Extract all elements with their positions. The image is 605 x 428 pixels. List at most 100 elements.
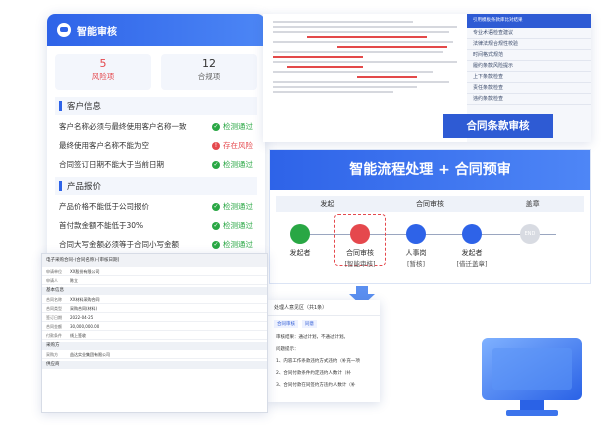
contract-document-panel: 引用模板条款库比对结果 专业术语检查建议 法律法规合规性校验 时间格式规范 履约…: [263, 14, 591, 142]
opinion-line: 1、内容工作条款违约方式违约（补充一项: [276, 359, 360, 364]
clause-item[interactable]: 法律法规合规性校验: [467, 39, 591, 50]
form-row[interactable]: 采购方 益达实业集团有限公司: [42, 350, 267, 359]
review-stats: 5 风险项 12 合规项: [47, 46, 265, 94]
check-row[interactable]: 首付款金额不能低于30% ✓ 检测通过: [47, 216, 265, 235]
review-header: 智能审核: [47, 14, 265, 46]
opinion-detail-card: 处理人意见区（共1条） 合同审核 同意 审核结果：通过计划，不通过计划。 问题提…: [268, 300, 380, 402]
doc-line: [273, 81, 449, 83]
check-status: ✓ 检测通过: [212, 122, 253, 131]
check-text: 合同大写金额必须等于合同小写金额: [59, 240, 179, 249]
opinion-tabs: 合同审核 同意: [268, 316, 380, 332]
form-section: 采购方: [42, 342, 267, 350]
section-title: 产品报价: [67, 182, 102, 192]
opinion-line: 3、合同付款在同签约方违约人数计（补: [276, 383, 356, 388]
compliance-count-stat[interactable]: 12 合规项: [161, 54, 257, 90]
opinion-line: 问题提示：: [276, 347, 299, 352]
robot-icon: [57, 23, 71, 37]
contract-review-icon[interactable]: [350, 224, 370, 244]
section-customer-info: 客户信息: [55, 97, 257, 115]
doc-line: [273, 31, 449, 33]
check-row[interactable]: 最终使用客户名称不能为空 ! 存在风险: [47, 136, 265, 155]
review-title: 智能审核: [77, 26, 117, 38]
opinion-title: 处理人意见区（共1条）: [268, 300, 380, 316]
compliance-count: 12: [202, 57, 216, 70]
check-status: ✓ 检测通过: [212, 160, 253, 169]
section-product-quote: 产品报价: [55, 177, 257, 195]
doc-line: [273, 51, 443, 53]
check-circle-icon: ✓: [212, 221, 220, 230]
highlighted-clause[interactable]: [287, 66, 363, 68]
form-row[interactable]: 申请人 陈立: [42, 276, 267, 285]
check-circle-icon: ✓: [212, 240, 220, 249]
form-row[interactable]: 合同金额 30,000,000.00: [42, 322, 267, 331]
warning-icon: !: [212, 141, 220, 150]
form-section: 供应商: [42, 361, 267, 369]
clause-item[interactable]: 履约条款风险提示: [467, 61, 591, 72]
workflow-card: 智能流程处理 + 合同预审 发起 合同审核 盖章 发起者 合同审核 [智能审核] …: [269, 149, 591, 284]
check-circle-icon: ✓: [212, 160, 220, 169]
risk-count: 5: [99, 57, 107, 70]
section-marker: [59, 181, 62, 191]
check-circle-icon: ✓: [212, 202, 220, 211]
workflow-banner: 智能流程处理 + 合同预审: [270, 150, 590, 190]
section-marker: [59, 101, 62, 111]
form-row[interactable]: 申请单位 XX股份有限公司: [42, 267, 267, 276]
initiator-user-icon[interactable]: [290, 224, 310, 244]
form-row[interactable]: 签订日期 2022-04-25: [42, 313, 267, 322]
check-row[interactable]: 合同签订日期不能大于当前日期 ✓ 检测通过: [47, 155, 265, 174]
highlighted-clause[interactable]: [337, 46, 447, 48]
seal-user-icon[interactable]: [462, 224, 482, 244]
clause-item[interactable]: 上下条款检查: [467, 72, 591, 83]
check-row[interactable]: 合同大写金额必须等于合同小写金额 ✓ 检测通过: [47, 235, 265, 254]
doc-line: [273, 91, 393, 93]
doc-line: [273, 71, 433, 73]
form-row[interactable]: 合同名称 XX材料采购合同: [42, 295, 267, 304]
tab-approve[interactable]: 同意: [302, 320, 317, 328]
check-text: 客户名称必须与最终使用客户名称一致: [59, 122, 187, 131]
doc-line: [273, 21, 413, 23]
highlighted-clause[interactable]: [307, 36, 427, 38]
workflow-stage-header: 发起 合同审核 盖章: [276, 196, 584, 212]
node-label: 发起者: [289, 249, 311, 257]
contract-page: [267, 18, 467, 138]
check-text: 合同签订日期不能大于当前日期: [59, 160, 164, 169]
opinion-line: 2、合同付款条件约定违约人数计（补: [276, 371, 351, 376]
node-label: 人事岗 [暂核]: [405, 249, 427, 268]
check-status: ✓ 检测通过: [212, 202, 253, 211]
form-title: 电子采购合同-(合同名称)-[审核日期]: [42, 254, 267, 267]
doc-line: [273, 41, 453, 43]
stage-review: 合同审核: [416, 200, 444, 208]
stage-initiate: 发起: [320, 200, 335, 208]
doc-line: [273, 86, 417, 88]
check-text: 产品价格不能低于公司报价: [59, 202, 149, 211]
clause-item[interactable]: 责任条款检查: [467, 83, 591, 94]
doc-line: [273, 61, 457, 63]
highlighted-clause[interactable]: [273, 56, 363, 58]
highlighted-clause[interactable]: [357, 76, 417, 78]
check-text: 首付款金额不能低于30%: [59, 221, 144, 230]
check-status: ! 存在风险: [212, 140, 253, 151]
opinion-line: 审核结果：通过计划，不通过计划。: [276, 335, 348, 340]
smart-review-card: 智能审核 5 风险项 12 合规项 客户信息 客户名称必须与最终使用客户名称一致…: [47, 14, 265, 264]
form-row[interactable]: 合同类型 采购合同(材料): [42, 304, 267, 313]
check-row[interactable]: 产品价格不能低于公司报价 ✓ 检测通过: [47, 197, 265, 216]
monitor-icon: [482, 338, 582, 416]
purchase-contract-form: 电子采购合同-(合同名称)-[审核日期] 申请单位 XX股份有限公司 申请人 陈立 …: [41, 253, 268, 413]
check-row[interactable]: 客户名称必须与最终使用客户名称一致 ✓ 检测通过: [47, 117, 265, 136]
risk-count-stat[interactable]: 5 风险项: [55, 54, 151, 90]
node-label: 合同审核 [智能审核]: [344, 249, 376, 268]
node-label: 发起者 [借迁盖章]: [456, 249, 488, 268]
check-circle-icon: ✓: [212, 122, 220, 131]
clause-list-header: 引用模板条款库比对结果: [467, 14, 591, 28]
section-title: 客户信息: [67, 102, 102, 112]
risk-label: 风险项: [91, 72, 115, 81]
end-node: END: [520, 224, 540, 244]
form-row[interactable]: 付款条件 线上签收: [42, 331, 267, 340]
compliance-label: 合规项: [197, 72, 221, 81]
hr-user-icon[interactable]: [406, 224, 426, 244]
clause-item[interactable]: 违约条款检查: [467, 94, 591, 105]
tab-contract-review[interactable]: 合同审核: [274, 320, 298, 328]
clause-item[interactable]: 时间格式规范: [467, 50, 591, 61]
clause-item[interactable]: 专业术语检查建议: [467, 28, 591, 39]
workflow-diagram: 发起者 合同审核 [智能审核] 人事岗 [暂核] 发起者 [借迁盖章] END: [270, 212, 590, 280]
